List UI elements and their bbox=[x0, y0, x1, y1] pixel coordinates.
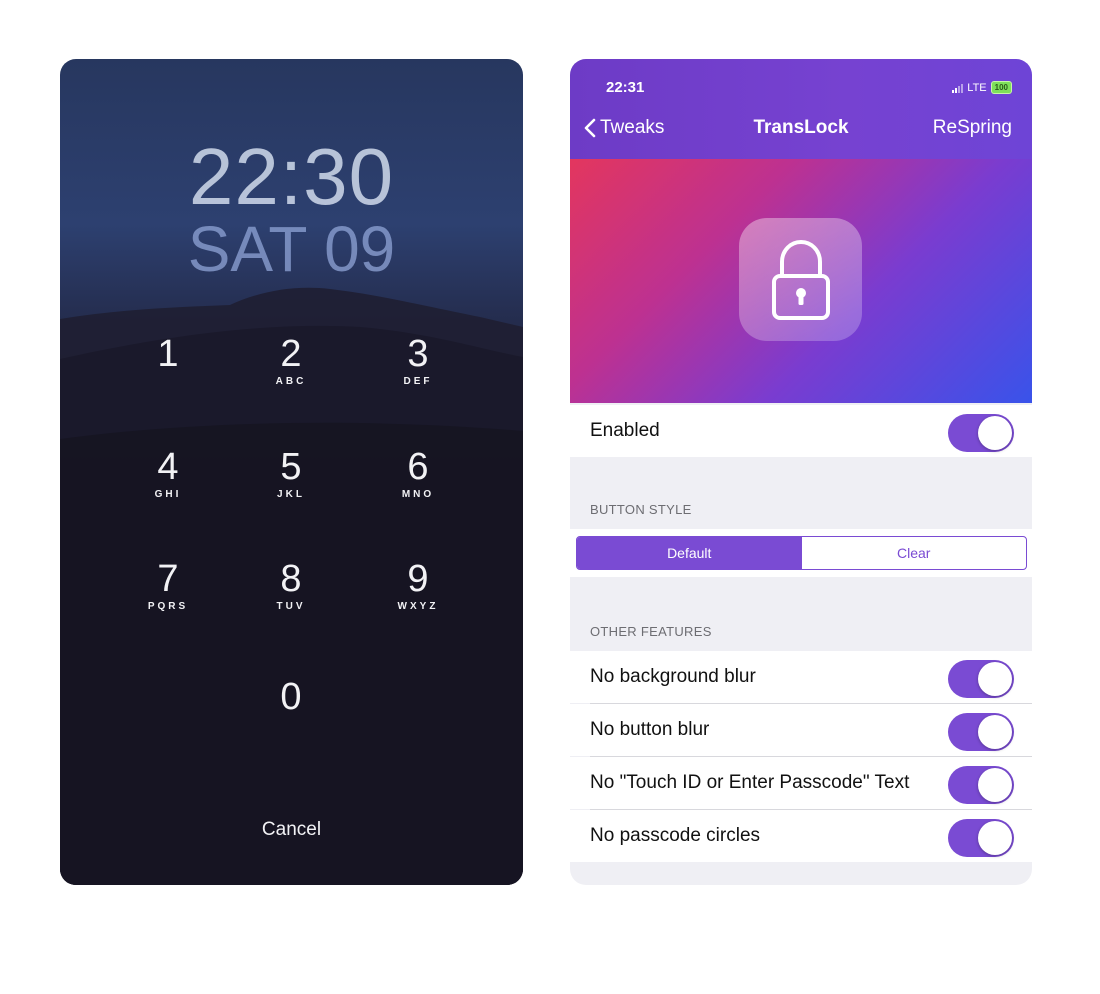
no-background-blur-toggle[interactable] bbox=[948, 660, 1014, 698]
settings-screen: 22:31 LTE 100 Tweaks TransLock ReSpring bbox=[570, 59, 1032, 885]
key-letters: PQRS bbox=[147, 601, 189, 612]
key-letters: WXYZ bbox=[397, 601, 439, 612]
key-letters: JKL bbox=[277, 489, 305, 500]
keypad-key-3[interactable]: 3 DEF bbox=[363, 334, 473, 388]
signal-icon bbox=[952, 83, 964, 93]
feature-row: No "Touch ID or Enter Passcode" Text bbox=[570, 757, 1032, 809]
keypad-key-2[interactable]: 2 ABC bbox=[236, 334, 346, 388]
keypad-key-5[interactable]: 5 JKL bbox=[236, 447, 346, 501]
key-digit: 9 bbox=[407, 558, 429, 600]
button-style-header: BUTTON STYLE bbox=[590, 502, 692, 517]
lock-screen: 22:30 SAT 09 1 2 ABC 3 DEF 4 GHI 5 JKL 6… bbox=[60, 59, 523, 885]
no-button-blur-toggle[interactable] bbox=[948, 713, 1014, 751]
key-letters: ABC bbox=[275, 376, 307, 387]
key-digit: 3 bbox=[407, 333, 429, 375]
feature-label: No button blur bbox=[590, 719, 710, 740]
status-time: 22:31 bbox=[606, 79, 645, 96]
feature-row: No button blur bbox=[570, 704, 1032, 756]
lock-clock: 22:30 bbox=[188, 132, 395, 221]
key-digit: 8 bbox=[280, 558, 302, 600]
key-digit: 7 bbox=[157, 558, 179, 600]
feature-row: No background blur bbox=[570, 651, 1032, 703]
segment-clear[interactable]: Clear bbox=[802, 537, 1027, 569]
no-touch-id-text-toggle[interactable] bbox=[948, 766, 1014, 804]
enabled-toggle[interactable] bbox=[948, 414, 1014, 452]
key-letters: TUV bbox=[276, 601, 306, 612]
no-passcode-circles-toggle[interactable] bbox=[948, 819, 1014, 857]
cancel-button[interactable]: Cancel bbox=[60, 819, 523, 841]
segment-default[interactable]: Default bbox=[577, 537, 802, 569]
feature-row: No passcode circles bbox=[570, 810, 1032, 862]
keypad-key-6[interactable]: 6 MNO bbox=[363, 447, 473, 501]
keypad-key-9[interactable]: 9 WXYZ bbox=[363, 559, 473, 613]
key-digit: 5 bbox=[280, 446, 302, 488]
battery-icon: 100 bbox=[990, 81, 1012, 94]
key-digit: 6 bbox=[407, 446, 429, 488]
feature-label: No "Touch ID or Enter Passcode" Text bbox=[590, 772, 910, 793]
key-digit: 2 bbox=[280, 333, 302, 375]
feature-label: No passcode circles bbox=[590, 825, 761, 846]
keypad-key-4[interactable]: 4 GHI bbox=[113, 447, 223, 501]
keypad-key-8[interactable]: 8 TUV bbox=[236, 559, 346, 613]
header-banner bbox=[570, 159, 1032, 403]
key-letters: DEF bbox=[403, 376, 433, 387]
keypad-key-0[interactable]: 0 bbox=[236, 677, 346, 731]
key-digit: 0 bbox=[280, 676, 302, 718]
other-features-header: OTHER FEATURES bbox=[590, 624, 712, 639]
key-letters: MNO bbox=[401, 489, 435, 500]
network-type: LTE bbox=[967, 81, 987, 94]
key-letters: GHI bbox=[154, 489, 182, 500]
status-right: LTE 100 bbox=[952, 81, 1012, 94]
lock-date: SAT 09 bbox=[187, 213, 396, 285]
enabled-row: Enabled bbox=[570, 405, 1032, 457]
keypad-key-7[interactable]: 7 PQRS bbox=[113, 559, 223, 613]
key-letters bbox=[113, 376, 223, 388]
enabled-label: Enabled bbox=[590, 420, 660, 441]
feature-label: No background blur bbox=[590, 666, 756, 687]
key-digit: 1 bbox=[157, 333, 179, 375]
key-letters bbox=[236, 719, 346, 731]
padlock-icon bbox=[771, 239, 830, 320]
navigation-bar: 22:31 LTE 100 Tweaks TransLock ReSpring bbox=[570, 59, 1032, 159]
keypad-key-1[interactable]: 1 bbox=[113, 334, 223, 388]
app-icon bbox=[739, 218, 862, 341]
respring-button[interactable]: ReSpring bbox=[933, 117, 1012, 139]
key-digit: 4 bbox=[157, 446, 179, 488]
button-style-segmented-control: Default Clear bbox=[576, 536, 1027, 570]
